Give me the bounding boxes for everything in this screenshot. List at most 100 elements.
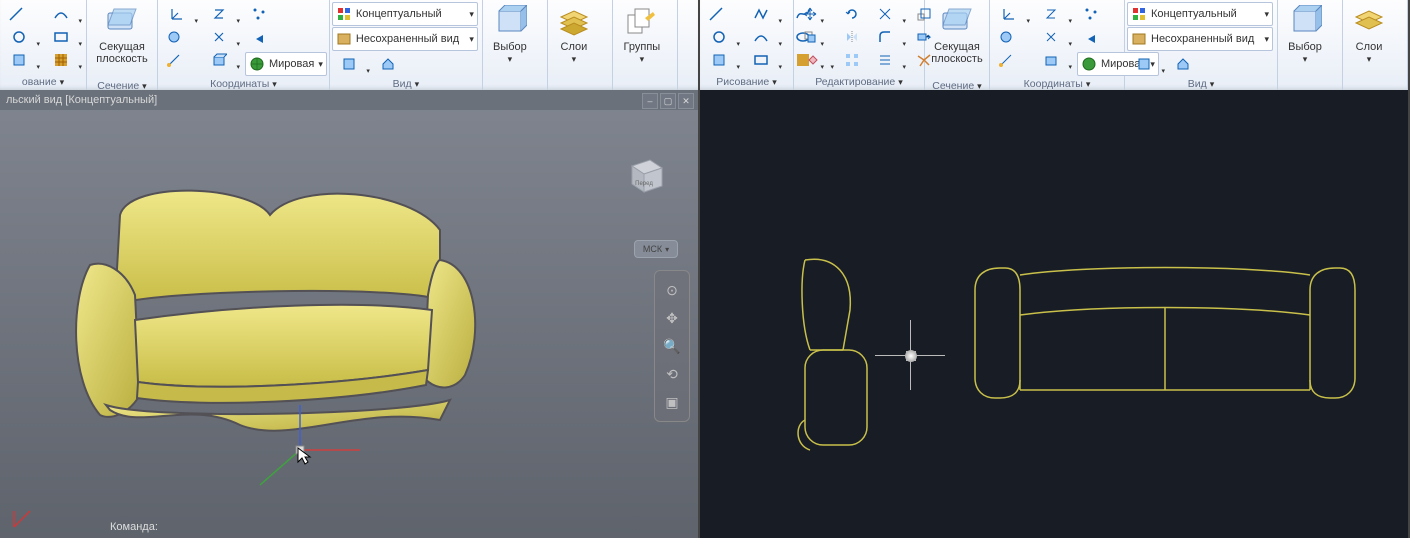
minimize-button[interactable]: –: [642, 93, 658, 109]
edit-array-icon[interactable]: [838, 48, 866, 72]
maximize-button[interactable]: ▢: [660, 93, 676, 109]
msk-badge[interactable]: МСК▾: [634, 240, 678, 258]
command-line-text: Команда:: [110, 521, 158, 533]
layers-button[interactable]: Слои ▾: [1345, 2, 1393, 78]
ucs-z-icon[interactable]: ▾: [1034, 2, 1074, 26]
savedview-combo-right[interactable]: Несохраненный вид▾: [1127, 27, 1273, 51]
panel-edit-right-title: Редактирование▾: [796, 74, 922, 90]
tool-polyline-icon[interactable]: ▾: [744, 2, 784, 26]
tool-arc-icon[interactable]: ▾: [44, 2, 84, 26]
selection-button[interactable]: Выбор ▾: [485, 2, 535, 78]
world-combo-left[interactable]: Мировая ▾: [245, 52, 327, 76]
edit-move-icon[interactable]: [796, 2, 824, 26]
layers-button[interactable]: Слои ▾: [550, 2, 598, 78]
viewport-right[interactable]: [700, 90, 1408, 538]
ucs-origin-icon[interactable]: [160, 48, 188, 72]
tool-circle-icon[interactable]: ▾: [2, 25, 42, 49]
edit-fillet-icon[interactable]: ▾: [868, 25, 908, 49]
savedview-combo-left[interactable]: Несохраненный вид ▾: [332, 27, 478, 51]
panel-coords-left: ▾ ▾ ▾ ▾ Мировая ▾ Координат: [158, 0, 330, 90]
tool-box-icon[interactable]: ▾: [702, 48, 742, 72]
view-top-icon[interactable]: ▾: [332, 52, 372, 76]
visualstyle-combo-left[interactable]: Концептуальный ▾: [332, 2, 478, 26]
section-plane-label-l2: плоскость: [96, 53, 147, 65]
edit-explode-icon[interactable]: [910, 48, 938, 72]
selection-label: Выбор: [1288, 41, 1322, 53]
panel-draw-right-title: Рисование▾: [702, 74, 791, 90]
ucs-prev-icon[interactable]: [1077, 27, 1105, 51]
panel-section-left: Секущаяплоскость Сечение▾: [87, 0, 158, 90]
ucs-origin-icon[interactable]: [992, 48, 1020, 72]
panel-layers-left: Слои ▾: [548, 0, 613, 90]
close-button[interactable]: ✕: [678, 93, 694, 109]
ucs-face-icon[interactable]: ▾: [202, 48, 242, 72]
panel-draw-left: ▾ ▾ ▾ ▾ ▾ ование▾: [0, 0, 87, 90]
ucs-icon[interactable]: ▾: [992, 2, 1032, 26]
panel-draw-right-label: Рисование: [716, 74, 769, 90]
nav-toolbar: ⊙ ✥ 🔍 ⟲ ▣: [654, 270, 690, 422]
left-ribbon: ▾ ▾ ▾ ▾ ▾ ование▾ Секущаяплоскость Сечен…: [0, 0, 698, 91]
tool-line-icon[interactable]: [702, 2, 730, 26]
ucs-face-icon[interactable]: ▾: [1034, 48, 1074, 72]
tool-hatch-icon[interactable]: ▾: [44, 48, 84, 72]
ucs-z-icon[interactable]: ▾: [202, 2, 242, 26]
nav-orbit-icon[interactable]: ⟲: [661, 363, 683, 385]
edit-offset-icon[interactable]: ▾: [868, 48, 908, 72]
panel-select-left: Выбор ▾: [483, 0, 548, 90]
right-pane: ▾ ▾ ▾ ▾ ▾ ▾ ▾ ▾ Рисование▾ ▾: [700, 0, 1410, 538]
selection-button[interactable]: Выбор ▾: [1280, 2, 1330, 78]
panel-groups-left-title: [615, 78, 675, 90]
savedview-combo-right-label: Несохраненный вид: [1151, 33, 1254, 45]
ucs-x-icon[interactable]: ▾: [202, 25, 242, 49]
edit-trim-icon[interactable]: ▾: [868, 2, 908, 26]
section-plane-button[interactable]: Секущаяплоскость: [89, 2, 155, 78]
viewport-left[interactable]: льский вид [Концептуальный] – ▢ ✕: [0, 90, 698, 538]
ucs-world-icon[interactable]: [992, 25, 1020, 49]
edit-erase-icon[interactable]: ▾: [796, 48, 836, 72]
tool-line-icon[interactable]: [2, 2, 30, 26]
panel-layers-right: Слои ▾: [1343, 0, 1408, 90]
nav-pan-icon[interactable]: ✥: [661, 307, 683, 329]
groups-button[interactable]: Группы ▾: [615, 2, 669, 78]
tool-rect-icon[interactable]: ▾: [44, 25, 84, 49]
layers-label: Слои: [1356, 41, 1383, 53]
panel-select-left-title: [485, 78, 545, 90]
tool-circle-icon[interactable]: ▾: [702, 25, 742, 49]
nav-wheel-icon[interactable]: ⊙: [661, 279, 683, 301]
visualstyle-combo-right[interactable]: Концептуальный▾: [1127, 2, 1273, 26]
panel-edit-right: ▾ ▾ ▾ ▾ Редактирование▾: [794, 0, 925, 90]
edit-scale-icon[interactable]: [910, 2, 938, 26]
nav-zoom-icon[interactable]: 🔍: [661, 335, 683, 357]
command-line[interactable]: Команда:: [110, 521, 158, 533]
tool-arc-icon[interactable]: ▾: [744, 25, 784, 49]
edit-copy-icon[interactable]: [796, 25, 824, 49]
cursor-arrow-icon: [296, 446, 312, 466]
view-top-icon[interactable]: ▾: [1127, 52, 1167, 76]
panel-draw-left-title: ование▾: [2, 74, 84, 90]
edit-mirror-icon[interactable]: [838, 25, 866, 49]
panel-draw-right: ▾ ▾ ▾ ▾ ▾ ▾ ▾ ▾ Рисование▾: [700, 0, 794, 90]
panel-coords-right: ▾ ▾ ▾ ▾ Мировая▾ Координаты▾: [990, 0, 1125, 90]
tool-box-icon[interactable]: ▾: [2, 48, 42, 72]
view-home-icon[interactable]: [1169, 52, 1197, 76]
view-home-icon[interactable]: [374, 52, 402, 76]
edit-stretch-icon[interactable]: [910, 25, 938, 49]
savedview-combo-left-label: Несохраненный вид: [356, 33, 459, 45]
ucs-prev-icon[interactable]: [245, 27, 273, 51]
ucs-x-icon[interactable]: ▾: [1034, 25, 1074, 49]
window-controls: – ▢ ✕: [642, 93, 694, 109]
ucs-3point-icon[interactable]: [1077, 2, 1105, 26]
edit-rotate-icon[interactable]: [838, 2, 866, 26]
ucs-icon[interactable]: ▾: [160, 2, 200, 26]
section-plane-label-l1: Секущая: [934, 41, 980, 53]
panel-view-left: Концептуальный ▾ Несохраненный вид ▾ ▾ В…: [330, 0, 483, 90]
viewcube-front-label: Перед: [635, 181, 653, 187]
ucs-world-icon[interactable]: [160, 25, 188, 49]
selection-label: Выбор: [493, 41, 527, 53]
groups-label: Группы: [624, 41, 661, 53]
ucs-3point-icon[interactable]: [245, 2, 273, 26]
nav-rewind-icon[interactable]: ▣: [661, 391, 683, 413]
layers-label: Слои: [561, 41, 588, 53]
viewcube[interactable]: Перед: [622, 150, 668, 196]
tool-rect-icon[interactable]: ▾: [744, 48, 784, 72]
